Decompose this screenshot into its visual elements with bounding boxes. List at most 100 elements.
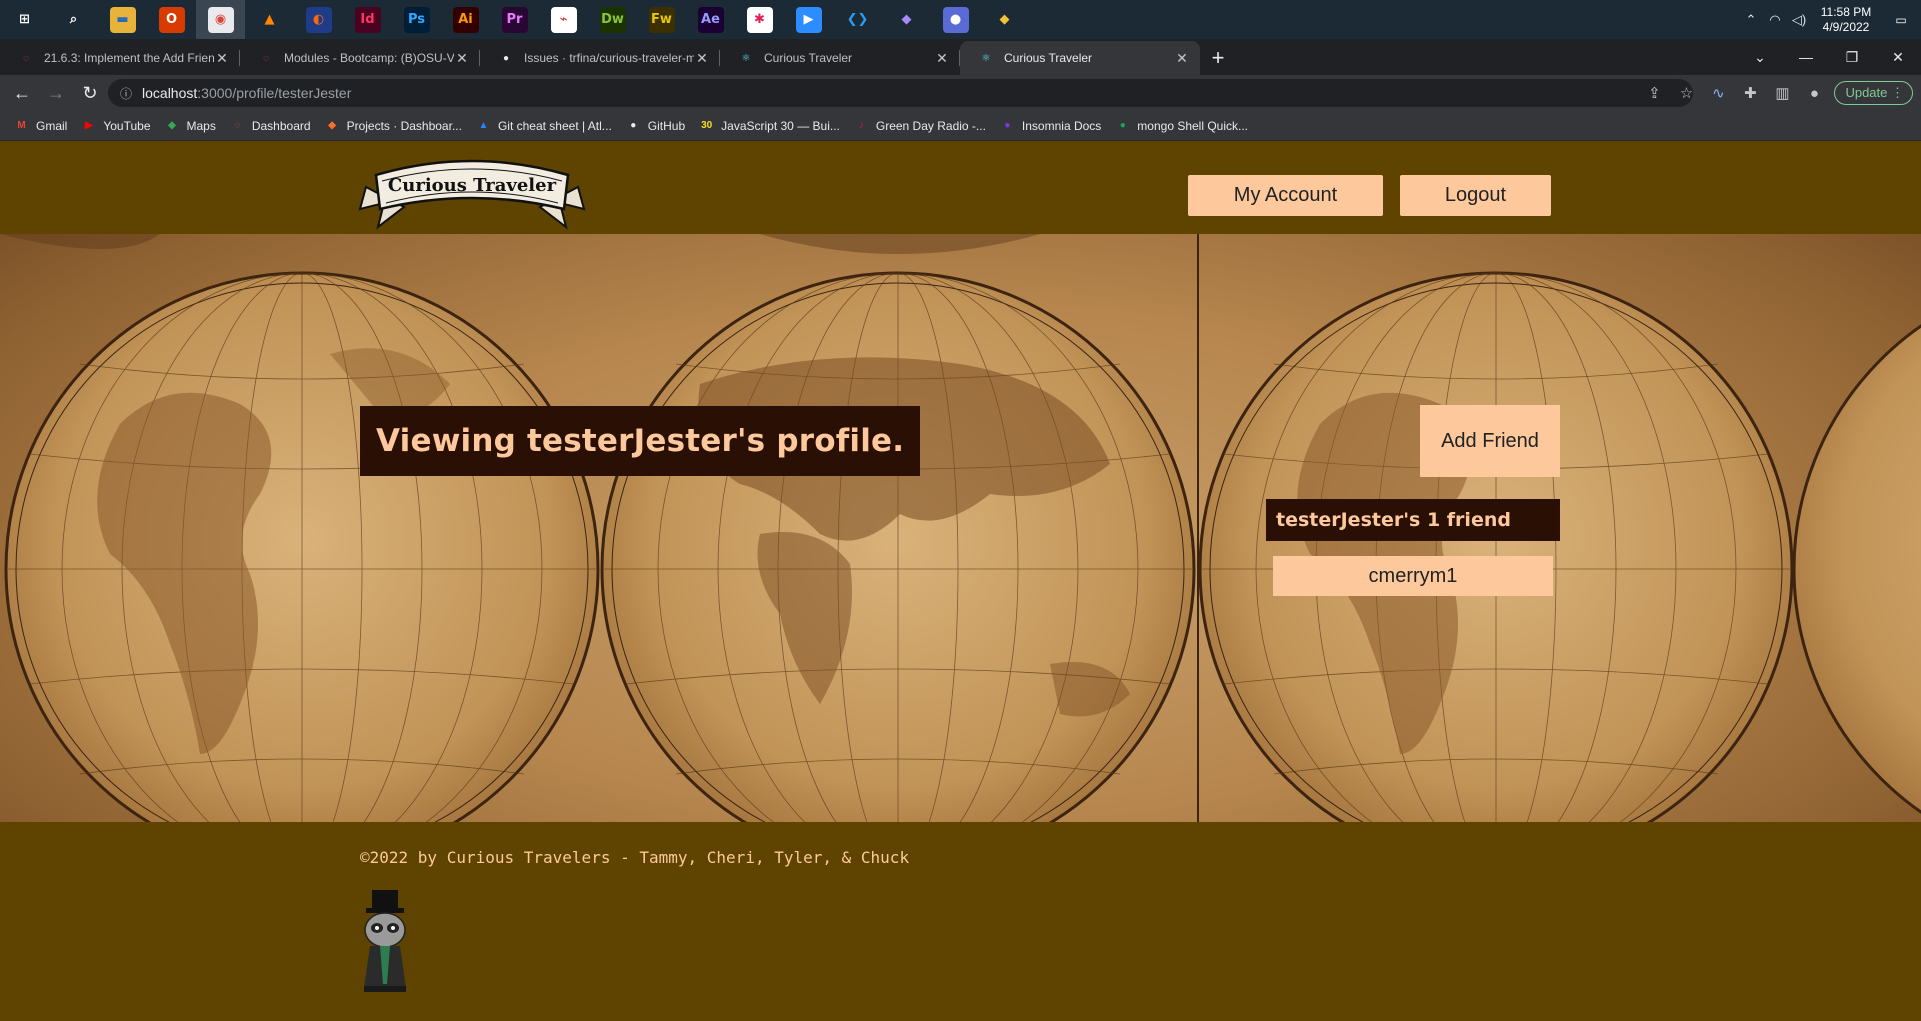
extensions-puzzle-icon[interactable]: ✚ (1734, 84, 1766, 102)
slack-icon: ✱ (746, 6, 773, 33)
chevron-up-icon[interactable]: ⌃ (1739, 12, 1763, 28)
office-icon: O (158, 6, 185, 33)
tab-search-icon[interactable]: ⌄ (1737, 49, 1783, 66)
friend-link[interactable]: cmerrym1 (1273, 556, 1553, 596)
taskbar-app-button[interactable]: ◆ (882, 0, 931, 39)
taskbar-app-button[interactable]: ⌁ (539, 0, 588, 39)
bookmark-label: JavaScript 30 — Bui... (721, 118, 840, 133)
volume-icon[interactable]: ◁) (1787, 12, 1811, 28)
my-account-button[interactable]: My Account (1188, 175, 1383, 216)
tab-title: Curious Traveler (1004, 51, 1093, 65)
tab-list: ◌ 21.6.3: Implement the Add Friend ✕ ◌ Modul… (0, 41, 1200, 75)
logo-text: Curious Traveler (388, 175, 557, 196)
bookmark-item[interactable]: M Gmail (14, 118, 67, 133)
close-tab-icon[interactable]: ✕ (454, 50, 470, 67)
site-info-icon[interactable]: ⓘ (120, 85, 132, 102)
taskbar-app-button[interactable]: ◆ (980, 0, 1029, 39)
restore-button[interactable]: ❐ (1829, 49, 1875, 66)
close-tab-icon[interactable]: ✕ (694, 50, 710, 67)
minimize-button[interactable]: — (1783, 49, 1829, 65)
logout-button[interactable]: Logout (1400, 175, 1551, 216)
clock[interactable]: 11:58 PM 4/9/2022 (1811, 5, 1881, 35)
update-label: Update (1845, 85, 1888, 100)
bookmark-item[interactable]: ▶ YouTube (81, 118, 151, 133)
bookmark-item[interactable]: ● GitHub (626, 118, 685, 133)
friends-list-header: testerJester's 1 friend (1266, 499, 1560, 541)
bookmark-favicon-icon: 30 (701, 120, 713, 131)
bookmark-label: Insomnia Docs (1021, 118, 1102, 133)
browser-tab[interactable]: ◌ 21.6.3: Implement the Add Friend ✕ (0, 41, 240, 75)
bookmark-star-icon[interactable]: ☆ (1670, 84, 1702, 102)
profile-icon[interactable]: ● (1798, 85, 1830, 102)
new-tab-button[interactable]: + (1200, 41, 1236, 75)
extension-wave-icon[interactable]: ∿ (1702, 84, 1734, 102)
taskbar-app-button[interactable]: ● (931, 0, 980, 39)
forward-button[interactable]: → (42, 79, 70, 107)
bookmark-item[interactable]: 30 JavaScript 30 — Bui... (699, 118, 840, 133)
site-footer: ©2022 by Curious Travelers - Tammy, Cher… (0, 822, 1921, 1021)
close-window-button[interactable]: ✕ (1875, 49, 1921, 66)
bookmark-item[interactable]: ♪ Green Day Radio -... (854, 118, 986, 133)
curious-traveler-logo[interactable]: Curious Traveler (358, 147, 586, 235)
tab-favicon-icon: ◌ (263, 52, 269, 64)
bookmark-favicon-icon: ♪ (858, 120, 864, 131)
windows-start-icon: ⊞ (19, 12, 30, 27)
share-icon[interactable]: ⇪ (1638, 84, 1670, 102)
bookmark-item[interactable]: ◆ Projects · Dashboar... (325, 118, 462, 133)
photoshop-icon: Ps (403, 6, 430, 33)
address-bar[interactable]: ⓘ localhost:3000/profile/testerJester (108, 79, 1693, 107)
add-friend-button[interactable]: Add Friend (1420, 405, 1560, 477)
reload-button[interactable]: ↻ (76, 79, 104, 107)
back-button[interactable]: ← (8, 79, 36, 107)
taskbar-app-button[interactable]: O (147, 0, 196, 39)
close-tab-icon[interactable]: ✕ (934, 50, 950, 67)
browser-toolbar: ← → ↻ ⓘ localhost:3000/profile/testerJes… (0, 75, 1921, 111)
browser-tab[interactable]: ⚛ Curious Traveler ✕ (960, 41, 1200, 75)
browser-tab[interactable]: ⚛ Curious Traveler ✕ (720, 41, 960, 75)
tab-favicon-icon: ⚛ (981, 52, 991, 64)
browser-tab[interactable]: ● Issues · trfina/curious-traveler-mern✕ (480, 41, 720, 75)
taskbar-app-button[interactable]: ⌕ (49, 0, 98, 39)
after-effects-icon: Ae (697, 6, 724, 33)
bookmark-label: Projects · Dashboar... (346, 118, 462, 133)
notifications-icon[interactable]: ▭ (1881, 13, 1921, 27)
taskbar-app-button[interactable]: ❮❯ (833, 0, 882, 39)
fireworks-icon: Fw (648, 6, 675, 33)
taskbar-app-button[interactable]: ▬ (98, 0, 147, 39)
tab-favicon-icon: ⚛ (741, 52, 751, 64)
taskbar-app-button[interactable]: ▶ (784, 0, 833, 39)
bookmark-item[interactable]: ▲ Git cheat sheet | Atl... (476, 118, 612, 133)
wifi-icon[interactable]: ◠ (1763, 12, 1787, 28)
bookmark-item[interactable]: ◆ Maps (165, 118, 216, 133)
update-button[interactable]: Update ⋮ (1834, 81, 1913, 105)
taskbar-app-button[interactable]: Pr (490, 0, 539, 39)
bookmark-item[interactable]: ◌ Dashboard (230, 118, 310, 133)
moon-app-icon: ● (942, 6, 969, 33)
taskbar-app-button[interactable]: Dw (588, 0, 637, 39)
bookmark-label: Green Day Radio -... (875, 118, 986, 133)
close-tab-icon[interactable]: ✕ (214, 50, 230, 67)
taskbar-app-button[interactable]: ⊞ (0, 0, 49, 39)
browser-tab[interactable]: ◌ Modules - Bootcamp: (B)OSU-VIRT✕ (240, 41, 480, 75)
side-panel-icon[interactable]: ▥ (1766, 84, 1798, 102)
taskbar-app-button[interactable]: Fw (637, 0, 686, 39)
taskbar-app-button[interactable]: ✱ (735, 0, 784, 39)
site-header: Curious Traveler My Account Logout (0, 142, 1921, 234)
bookmark-favicon-icon: ● (630, 120, 637, 131)
taskbar-app-button[interactable]: Ae (686, 0, 735, 39)
taskbar-app-button[interactable]: ▲ (245, 0, 294, 39)
close-tab-icon[interactable]: ✕ (1174, 50, 1190, 67)
taskbar-app-button[interactable]: Ps (392, 0, 441, 39)
taskbar-app-button[interactable]: Id (343, 0, 392, 39)
copyright-text: ©2022 by Curious Travelers - Tammy, Cher… (360, 848, 910, 867)
bookmark-item[interactable]: ● Insomnia Docs (1000, 118, 1101, 133)
taskbar-app-button[interactable]: Ai (441, 0, 490, 39)
bookmark-item[interactable]: ● mongo Shell Quick... (1115, 118, 1248, 133)
taskbar-app-button[interactable]: ◐ (294, 0, 343, 39)
raccoon-mascot-image (364, 890, 406, 992)
bookmark-favicon-icon: ◆ (168, 120, 176, 131)
bookmark-label: mongo Shell Quick... (1137, 118, 1249, 133)
chrome-icon: ◉ (207, 6, 234, 33)
bookmark-favicon-icon: ● (1004, 120, 1011, 131)
taskbar-app-button[interactable]: ◉ (196, 0, 245, 39)
